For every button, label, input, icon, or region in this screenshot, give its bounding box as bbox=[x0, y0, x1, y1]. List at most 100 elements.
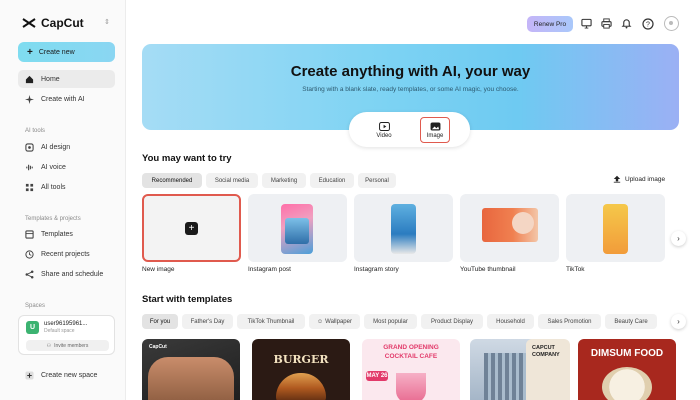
sidebar-item-label: Recent projects bbox=[41, 250, 90, 258]
chip-fathers-day[interactable]: Father's Day bbox=[182, 314, 233, 329]
chip-product-display[interactable]: Product Display bbox=[421, 314, 483, 329]
template-card[interactable]: DIMSUM FOOD bbox=[578, 339, 676, 400]
sidebar-item-label: Templates bbox=[41, 230, 73, 238]
chip-tiktok-thumbnail[interactable]: TikTok Thumbnail bbox=[237, 314, 305, 329]
video-mode-button[interactable]: Video bbox=[369, 117, 399, 143]
capcut-logo-icon bbox=[22, 18, 36, 28]
instagram-story-preview bbox=[391, 204, 416, 254]
sidebar-item-share-and-schedule[interactable]: Share and schedule bbox=[18, 265, 115, 283]
try-section-title: You may want to try bbox=[142, 153, 232, 164]
templates-section-title: Start with templates bbox=[142, 294, 233, 305]
tab-personal[interactable]: Personal bbox=[358, 173, 396, 188]
add-space-icon bbox=[25, 370, 34, 380]
emoji-icon: ☺ bbox=[317, 318, 324, 325]
upload-image-label: Upload image bbox=[625, 175, 666, 183]
ai-tools-section-label: AI tools bbox=[25, 128, 46, 134]
tab-marketing[interactable]: Marketing bbox=[262, 173, 306, 188]
sidebar-item-all-tools[interactable]: All tools bbox=[18, 178, 115, 196]
home-icon bbox=[25, 75, 34, 84]
avatar: U bbox=[26, 321, 39, 334]
image-mode-label: Image bbox=[426, 132, 444, 139]
template-subheadline: COMPANY bbox=[532, 352, 560, 358]
hero-subtitle: Starting with a blank slate, ready templ… bbox=[302, 86, 519, 93]
bell-icon[interactable] bbox=[620, 17, 633, 30]
monitor-icon[interactable] bbox=[580, 17, 593, 30]
sidebar-item-label: All tools bbox=[41, 183, 66, 191]
create-new-space-button[interactable]: Create new space bbox=[18, 366, 115, 384]
templates-section-label: Templates & projects bbox=[25, 216, 81, 222]
instagram-story-card[interactable] bbox=[354, 194, 453, 262]
space-card[interactable]: U user96195961... Default space ⚇ Invite… bbox=[18, 315, 115, 355]
card-label: Instagram post bbox=[248, 266, 291, 273]
sidebar-item-label: Create new space bbox=[41, 371, 98, 379]
sidebar-item-create-with-ai[interactable]: Create with AI bbox=[18, 90, 115, 108]
sidebar-item-home[interactable]: Home bbox=[18, 70, 115, 88]
printer-icon[interactable] bbox=[600, 17, 613, 30]
instagram-post-card[interactable] bbox=[248, 194, 347, 262]
renew-pro-button[interactable]: Renew Pro bbox=[527, 16, 573, 32]
mode-switcher: Video Image bbox=[349, 112, 470, 147]
next-arrow-button[interactable]: › bbox=[671, 231, 686, 246]
chip-wallpaper[interactable]: ☺ Wallpaper bbox=[309, 314, 360, 329]
ai-design-icon bbox=[25, 142, 34, 152]
create-new-button[interactable]: + Create new bbox=[18, 42, 115, 62]
chip-for-you[interactable]: For you bbox=[142, 314, 178, 329]
sidebar-item-label: Home bbox=[41, 75, 60, 83]
image-mode-button[interactable]: Image bbox=[420, 117, 450, 143]
sparkle-icon bbox=[25, 94, 34, 104]
template-card[interactable]: BURGER bbox=[252, 339, 350, 400]
grid-icon bbox=[25, 183, 34, 192]
card-label: TikTok bbox=[566, 266, 585, 273]
template-headline: GRAND OPENING bbox=[383, 344, 439, 351]
tab-recommended[interactable]: Recommended bbox=[142, 173, 202, 188]
invite-members-button[interactable]: ⚇ Invite members bbox=[26, 340, 109, 351]
tiktok-card[interactable] bbox=[566, 194, 665, 262]
template-date: MAY 26 bbox=[366, 371, 388, 381]
template-hands-image bbox=[148, 357, 234, 400]
chip-household[interactable]: Household bbox=[487, 314, 534, 329]
upload-icon bbox=[613, 175, 621, 183]
share-icon bbox=[25, 270, 34, 279]
youtube-thumbnail-card[interactable] bbox=[460, 194, 559, 262]
sidebar-item-label: AI voice bbox=[41, 163, 66, 171]
sidebar-item-label: AI design bbox=[41, 143, 71, 151]
plus-icon: + bbox=[27, 46, 33, 58]
chip-sales-promotion[interactable]: Sales Promotion bbox=[538, 314, 601, 329]
sidebar-item-ai-design[interactable]: AI design bbox=[18, 138, 115, 156]
chip-most-popular[interactable]: Most popular bbox=[364, 314, 417, 329]
chevron-right-icon: › bbox=[677, 317, 680, 326]
capcut-logo[interactable]: CapCut bbox=[22, 16, 84, 30]
sidebar-item-recent-projects[interactable]: Recent projects bbox=[18, 245, 115, 263]
ai-voice-icon bbox=[25, 163, 34, 172]
card-label: YouTube thumbnail bbox=[460, 266, 516, 273]
help-icon[interactable]: ? bbox=[641, 17, 654, 30]
sidebar-item-label: Share and schedule bbox=[41, 270, 104, 278]
tab-education[interactable]: Education bbox=[310, 173, 354, 188]
chip-beauty-care[interactable]: Beauty Care bbox=[605, 314, 657, 329]
tab-social-media[interactable]: Social media bbox=[206, 173, 258, 188]
cocktail-image bbox=[396, 373, 426, 400]
template-brand: CAPCUT bbox=[532, 345, 555, 351]
card-label: New image bbox=[142, 266, 175, 273]
sidebar-item-templates[interactable]: Templates bbox=[18, 225, 115, 243]
user-avatar[interactable] bbox=[664, 16, 679, 31]
template-card[interactable]: CapCut bbox=[142, 339, 240, 400]
workspace-switch-icon[interactable]: ⇕ bbox=[104, 18, 110, 26]
svg-text:?: ? bbox=[646, 21, 650, 28]
burger-image bbox=[276, 373, 326, 400]
sidebar-item-ai-voice[interactable]: AI voice bbox=[18, 158, 115, 176]
upload-image-button[interactable]: Upload image bbox=[613, 175, 665, 183]
person-add-icon: ⚇ bbox=[46, 342, 52, 349]
templates-next-arrow[interactable]: › bbox=[671, 314, 686, 329]
template-card[interactable]: GRAND OPENING COCKTAIL CAFE MAY 26 bbox=[362, 339, 460, 400]
sidebar-item-label: Create with AI bbox=[41, 95, 85, 103]
clock-icon bbox=[25, 249, 34, 259]
image-icon bbox=[430, 121, 440, 131]
dimsum-image bbox=[602, 367, 652, 400]
new-image-card[interactable]: + bbox=[142, 194, 241, 262]
chip-label: Wallpaper bbox=[325, 318, 352, 325]
preview-circle bbox=[512, 212, 534, 234]
card-label: Instagram story bbox=[354, 266, 399, 273]
create-new-label: Create new bbox=[38, 48, 75, 56]
template-card[interactable]: CAPCUT COMPANY bbox=[526, 339, 570, 400]
